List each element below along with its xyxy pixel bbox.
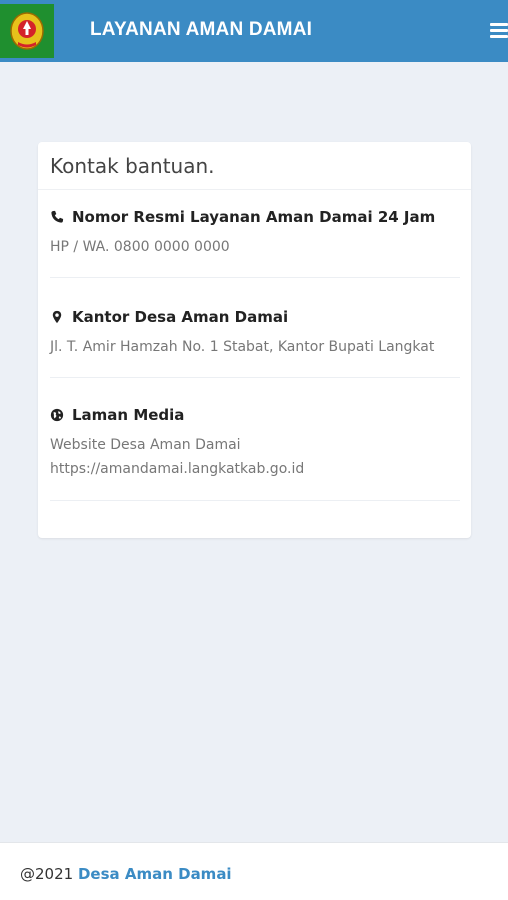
contact-heading: Laman Media: [72, 406, 185, 424]
website-link[interactable]: https://amandamai.langkatkab.go.id: [50, 457, 460, 481]
footer-link[interactable]: Desa Aman Damai: [78, 865, 232, 883]
phone-icon: [51, 210, 64, 223]
regency-emblem-logo[interactable]: [0, 4, 54, 58]
divider: [50, 500, 460, 501]
help-contact-card: Kontak bantuan. Nomor Resmi Layanan Aman…: [38, 142, 471, 538]
footer-copyright: @2021: [20, 865, 78, 883]
card-title: Kontak bantuan.: [50, 154, 215, 178]
footer-text: @2021 Desa Aman Damai: [20, 865, 232, 883]
contact-heading: Kantor Desa Aman Damai: [72, 308, 289, 326]
contact-value: Jl. T. Amir Hamzah No. 1 Stabat, Kantor …: [50, 339, 435, 355]
divider: [50, 277, 460, 278]
contact-value: HP / WA. 0800 0000 0000: [50, 239, 230, 255]
contact-heading: Nomor Resmi Layanan Aman Damai 24 Jam: [72, 208, 436, 226]
app-header: LAYANAN AMAN DAMAI: [0, 0, 508, 62]
app-title: LAYANAN AMAN DAMAI: [90, 19, 313, 40]
globe-icon: [50, 408, 64, 422]
hamburger-menu-button[interactable]: [490, 20, 508, 40]
hamburger-menu-icon: [490, 23, 508, 26]
regency-emblem-icon: [10, 12, 44, 50]
contact-item-office: Kantor Desa Aman Damai Jl. T. Amir Hamza…: [50, 308, 460, 359]
divider: [50, 377, 460, 378]
contact-item-media: Laman Media Website Desa Aman Damai http…: [50, 406, 460, 481]
map-marker-icon: [52, 310, 62, 324]
divider: [38, 189, 471, 190]
contact-item-phone: Nomor Resmi Layanan Aman Damai 24 Jam HP…: [50, 208, 460, 259]
contact-value: Website Desa Aman Damai: [50, 437, 241, 453]
page-footer: @2021 Desa Aman Damai: [0, 842, 508, 900]
